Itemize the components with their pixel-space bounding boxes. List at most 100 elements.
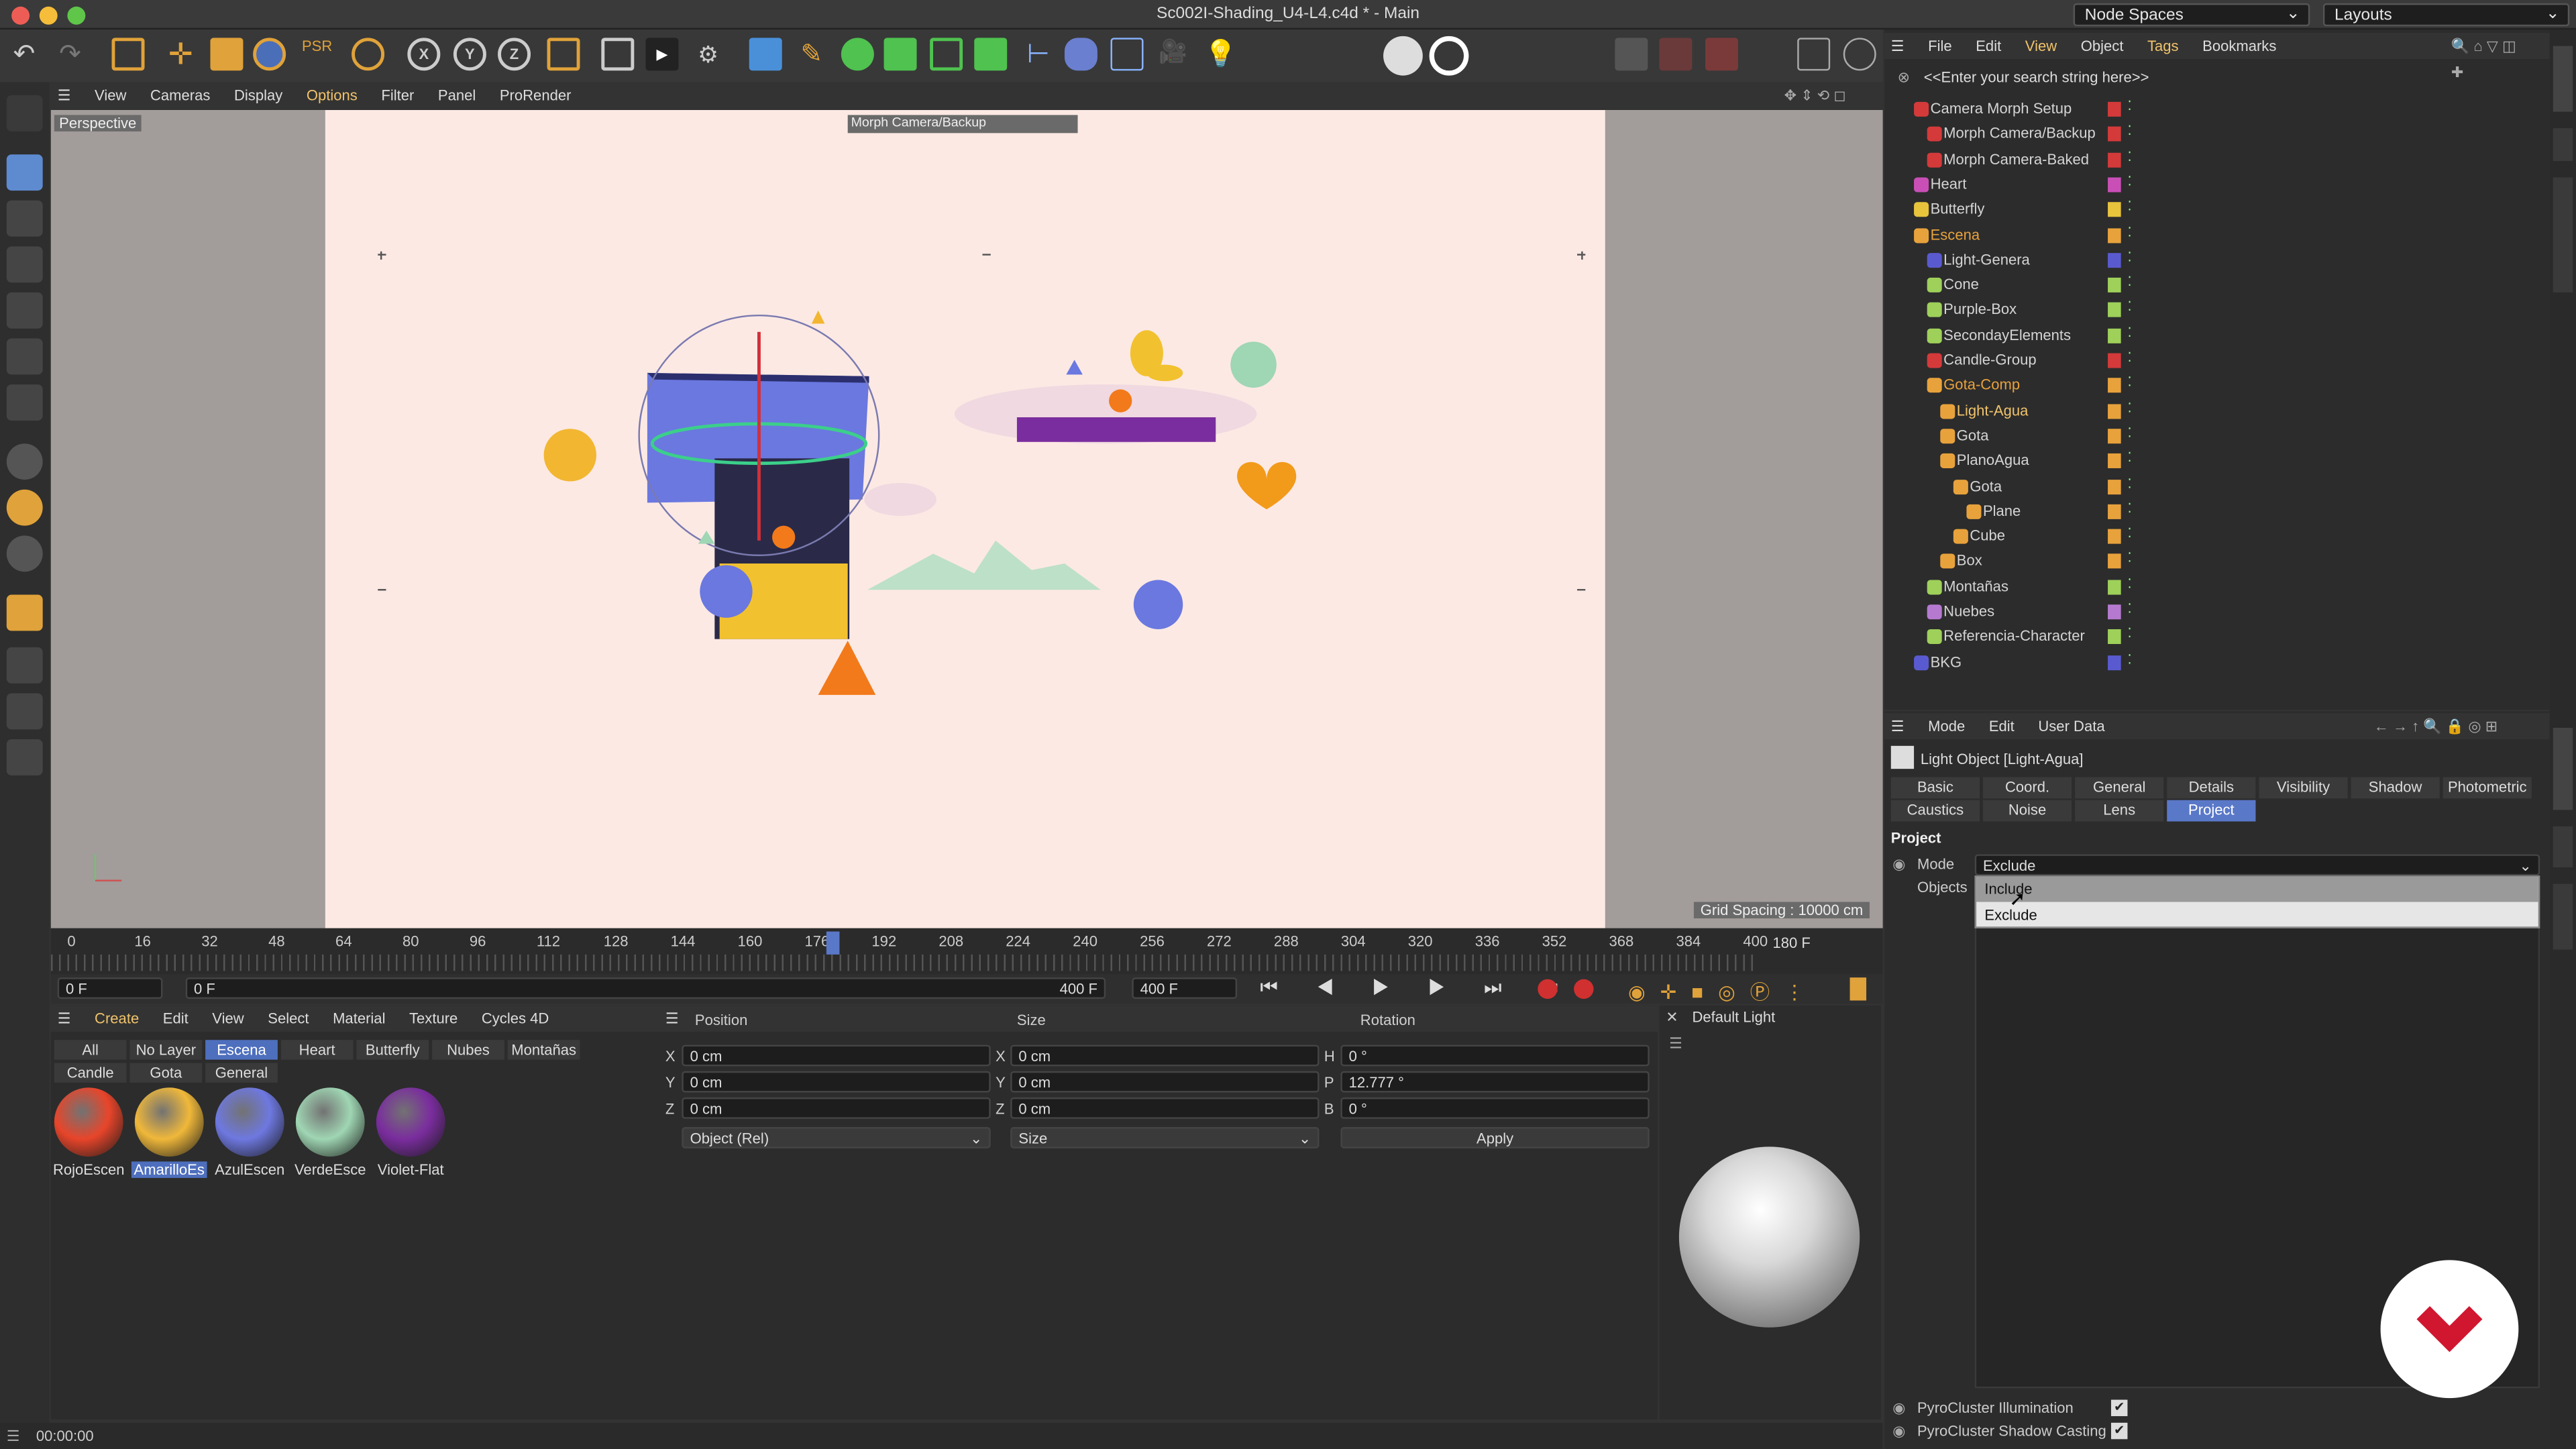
side-tab-takes[interactable] [2553,128,2573,162]
viewport-menu-filter[interactable]: Filter [381,82,414,108]
material-menu-texture[interactable]: Texture [409,1006,458,1032]
side-tab-objects[interactable] [2553,46,2573,112]
start-frame-field[interactable]: 0 F [57,977,163,999]
workplane-snap-icon[interactable] [6,535,43,572]
object-row[interactable]: BKG ⁚ [1884,650,2542,675]
objects-menu-file[interactable]: File [1928,33,1952,59]
layer-color-swatch[interactable] [2108,202,2121,217]
workplane-icon[interactable] [6,647,43,684]
visibility-dots-icon[interactable]: ⁚ [2127,350,2131,365]
layer-color-swatch[interactable] [2108,655,2121,670]
object-row[interactable]: Camera Morph Setup ⁚ [1884,97,2542,121]
object-row[interactable]: Morph Camera-Baked ⁚ [1884,147,2542,172]
attr-tab[interactable]: Caustics [1890,800,1980,822]
viewport-menu-prorender[interactable]: ProRender [500,82,572,108]
redo-icon[interactable]: ↷ [59,38,81,70]
mograph-icon[interactable] [974,38,1008,71]
undo-icon[interactable]: ↶ [13,38,36,70]
visibility-dots-icon[interactable]: ⁚ [2127,400,2131,415]
layer-color-swatch[interactable] [2108,252,2121,268]
radio-icon[interactable]: ◉ [1892,1400,1905,1418]
layer-color-swatch[interactable] [2108,278,2121,293]
visibility-dots-icon[interactable]: ⁚ [2127,601,2131,616]
object-row[interactable]: Gota ⁚ [1884,424,2542,449]
model-mode-icon[interactable] [6,154,43,191]
polygons-mode-icon[interactable] [6,338,43,375]
object-row[interactable]: Gota-Comp ⁚ [1884,374,2542,398]
viewport-menu-panel[interactable]: Panel [438,82,476,108]
rot-b-field[interactable]: 0 ° [1340,1097,1650,1119]
layer-color-swatch[interactable] [2108,428,2121,443]
timeline-settings-icon[interactable] [1849,977,1867,1001]
radio-icon[interactable]: ◉ [1892,1423,1905,1441]
current-frame-field[interactable]: 180 F [1772,934,1871,956]
object-row[interactable]: SecondayElements ⁚ [1884,323,2542,348]
extrude-icon[interactable] [883,38,917,71]
side-tab-content-browser[interactable] [2553,177,2573,292]
apply-button[interactable]: Apply [1340,1127,1650,1148]
objects-menu-tags[interactable]: Tags [2147,33,2179,59]
object-row[interactable]: Candle-Group ⁚ [1884,348,2542,373]
attr-tab[interactable]: Visibility [2259,777,2348,799]
light-icon[interactable]: 💡 [1204,38,1237,70]
viewport-menu-cameras[interactable]: Cameras [150,82,210,108]
y-axis-icon[interactable]: Y [453,38,486,71]
layer-color-swatch[interactable] [2108,328,2121,343]
material-swatch[interactable] [54,1087,123,1157]
visibility-dots-icon[interactable]: ⁚ [2127,526,2131,541]
hamburger-icon[interactable]: ☰ [1669,1035,1682,1053]
playhead[interactable] [826,931,840,955]
x-axis-icon[interactable]: X [407,38,441,71]
locked-workplane-icon[interactable] [6,739,43,775]
material-filter-chip[interactable]: Candle [54,1063,127,1083]
object-row[interactable]: Nuebes ⁚ [1884,600,2542,625]
material-filter-chip[interactable]: Gota [129,1063,203,1083]
end-frame-field[interactable]: 400 F [1132,977,1238,999]
render-queue-icon[interactable] [1615,38,1648,71]
material-swatch[interactable] [295,1087,365,1157]
recent-tool-icon[interactable]: PSR [301,38,333,70]
visibility-dots-icon[interactable]: ⁚ [2127,99,2131,113]
objects-menu-bookmarks[interactable]: Bookmarks [2202,33,2276,59]
visibility-dots-icon[interactable]: ⁚ [2127,123,2131,138]
object-row[interactable]: Cone ⁚ [1884,273,2542,298]
layer-color-swatch[interactable] [2108,177,2121,193]
render-canvas[interactable] [325,110,1605,928]
visibility-dots-icon[interactable]: ⁚ [2127,199,2131,214]
dropdown-option-exclude[interactable]: Exclude [1976,904,2538,928]
visibility-dots-icon[interactable]: ⁚ [2127,300,2131,315]
rotate-tool-icon[interactable] [253,38,286,71]
attr-tab[interactable]: General [2075,777,2164,799]
attr-tab[interactable]: Photometric [2443,777,2532,799]
z-axis-icon[interactable]: Z [498,38,531,71]
viewport-menu-options[interactable]: Options [307,82,358,108]
radio-icon[interactable]: ◉ [1892,856,1905,874]
object-row[interactable]: Referencia-Character ⁚ [1884,625,2542,649]
material-swatch[interactable] [215,1087,284,1157]
cineware-icon[interactable] [1383,36,1423,76]
rot-p-field[interactable]: 12.777 ° [1340,1071,1650,1093]
layer-color-swatch[interactable] [2108,227,2121,243]
attr-menu-mode[interactable]: Mode [1928,713,1965,739]
objects-menu-view[interactable]: View [2025,33,2057,59]
material-menu-edit[interactable]: Edit [163,1006,189,1032]
floor-icon[interactable] [1110,38,1144,71]
attr-tab[interactable]: Coord. [1982,777,2072,799]
visibility-dots-icon[interactable]: ⁚ [2127,224,2131,239]
material-filter-chip[interactable]: All [54,1040,127,1060]
visibility-dots-icon[interactable]: ⁚ [2127,551,2131,566]
visibility-dots-icon[interactable]: ⁚ [2127,425,2131,440]
layer-color-swatch[interactable] [2108,604,2121,620]
prorender-icon[interactable] [1429,36,1469,76]
material-swatch[interactable] [134,1087,204,1157]
layer-color-swatch[interactable] [2108,554,2121,570]
layer-color-swatch[interactable] [2108,453,2121,469]
object-row[interactable]: Cube ⁚ [1884,524,2542,549]
render-picture-viewer-icon[interactable]: ▶ [645,38,679,71]
viewport-menu-display[interactable]: Display [234,82,282,108]
object-row[interactable]: Plane ⁚ [1884,499,2542,524]
layer-color-swatch[interactable] [2108,403,2121,419]
layer-color-swatch[interactable] [2108,579,2121,594]
snap-icon[interactable] [6,443,43,480]
material-filter-chip[interactable]: Montañas [507,1040,580,1060]
